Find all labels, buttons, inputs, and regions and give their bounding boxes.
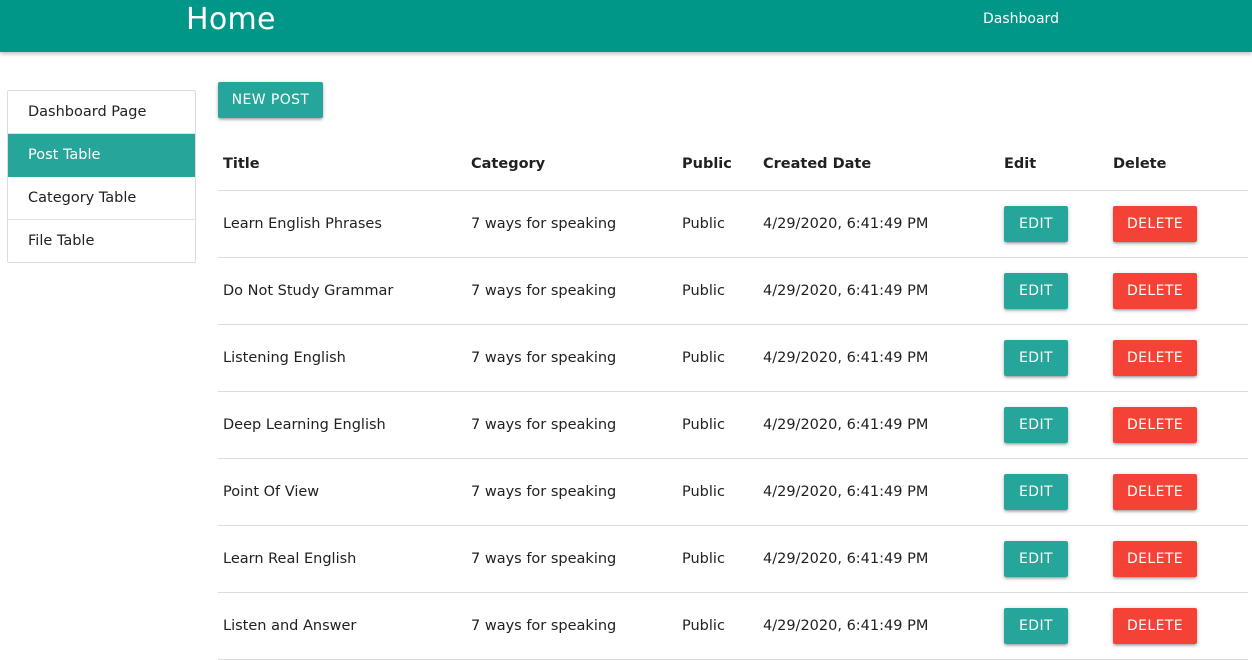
column-header-category: Category [466,137,677,191]
cell-title: Learn English Phrases [218,190,466,258]
cell-created-date: 4/29/2020, 6:41:49 PM [758,391,999,459]
cell-edit: EDIT [999,391,1108,459]
column-header-created-date: Created Date [758,137,999,191]
brand-title[interactable]: Home [186,2,276,37]
delete-button[interactable]: DELETE [1113,608,1197,644]
cell-category: 7 ways for speaking [466,458,677,526]
cell-public: Public [677,324,758,392]
cell-category: 7 ways for speaking [466,525,677,593]
table-row: Listening English 7 ways for speaking Publ… [218,324,1248,392]
cell-title: Listening English [218,324,466,392]
table-row: Listen and Answer 7 ways for speaking Publ… [218,592,1248,660]
delete-button[interactable]: DELETE [1113,273,1197,309]
post-table-container: Title Category Public Created Date Edit … [218,137,1248,660]
cell-category: 7 ways for speaking [466,257,677,325]
delete-button[interactable]: DELETE [1113,340,1197,376]
table-row: Point Of View 7 ways for speaking Public 4/… [218,458,1248,526]
cell-title: Listen and Answer [218,592,466,660]
cell-delete: DELETE [1108,257,1248,325]
table-row: Learn English Phrases 7 ways for speaking… [218,190,1248,258]
column-header-public: Public [677,137,758,191]
column-header-delete: Delete [1108,137,1248,191]
cell-public: Public [677,190,758,258]
new-post-button[interactable]: NEW POST [218,82,323,118]
cell-public: Public [677,257,758,325]
cell-edit: EDIT [999,592,1108,660]
cell-created-date: 4/29/2020, 6:41:49 PM [758,257,999,325]
cell-created-date: 4/29/2020, 6:41:49 PM [758,525,999,593]
sidebar-item-category-table[interactable]: Category Table [8,177,195,220]
delete-button[interactable]: DELETE [1113,206,1197,242]
table-body: Learn English Phrases 7 ways for speaking… [218,190,1248,660]
cell-created-date: 4/29/2020, 6:41:49 PM [758,458,999,526]
cell-edit: EDIT [999,458,1108,526]
table-row: Deep Learning English 7 ways for speaking… [218,391,1248,459]
edit-button[interactable]: EDIT [1004,273,1068,309]
cell-edit: EDIT [999,190,1108,258]
column-header-edit: Edit [999,137,1108,191]
cell-delete: DELETE [1108,592,1248,660]
top-navbar: Home Dashboard [0,0,1252,52]
cell-title: Deep Learning English [218,391,466,459]
cell-edit: EDIT [999,324,1108,392]
cell-public: Public [677,458,758,526]
cell-created-date: 4/29/2020, 6:41:49 PM [758,324,999,392]
table-row: Learn Real English 7 ways for speaking Pub… [218,525,1248,593]
delete-button[interactable]: DELETE [1113,407,1197,443]
cell-category: 7 ways for speaking [466,391,677,459]
post-table: Title Category Public Created Date Edit … [218,137,1248,660]
cell-edit: EDIT [999,525,1108,593]
sidebar-item-post-table[interactable]: Post Table [8,134,195,177]
nav-link-dashboard[interactable]: Dashboard [983,11,1059,27]
edit-button[interactable]: EDIT [1004,608,1068,644]
cell-edit: EDIT [999,257,1108,325]
edit-button[interactable]: EDIT [1004,340,1068,376]
edit-button[interactable]: EDIT [1004,206,1068,242]
cell-title: Point Of View [218,458,466,526]
sidebar-item-dashboard-page[interactable]: Dashboard Page [8,91,195,134]
cell-delete: DELETE [1108,525,1248,593]
edit-button[interactable]: EDIT [1004,541,1068,577]
cell-title: Learn Real English [218,525,466,593]
cell-category: 7 ways for speaking [466,324,677,392]
edit-button[interactable]: EDIT [1004,474,1068,510]
cell-title: Do Not Study Grammar [218,257,466,325]
cell-category: 7 ways for speaking [466,190,677,258]
cell-delete: DELETE [1108,391,1248,459]
cell-delete: DELETE [1108,324,1248,392]
sidebar-menu: Dashboard Page Post Table Category Table… [7,90,196,263]
cell-public: Public [677,592,758,660]
table-header-row: Title Category Public Created Date Edit … [218,137,1248,191]
cell-category: 7 ways for speaking [466,592,677,660]
delete-button[interactable]: DELETE [1113,474,1197,510]
sidebar-item-file-table[interactable]: File Table [8,220,195,262]
column-header-title: Title [218,137,466,191]
cell-created-date: 4/29/2020, 6:41:49 PM [758,190,999,258]
table-row: Do Not Study Grammar 7 ways for speaking P… [218,257,1248,325]
cell-delete: DELETE [1108,458,1248,526]
cell-public: Public [677,391,758,459]
cell-delete: DELETE [1108,190,1248,258]
cell-created-date: 4/29/2020, 6:41:49 PM [758,592,999,660]
cell-public: Public [677,525,758,593]
edit-button[interactable]: EDIT [1004,407,1068,443]
delete-button[interactable]: DELETE [1113,541,1197,577]
